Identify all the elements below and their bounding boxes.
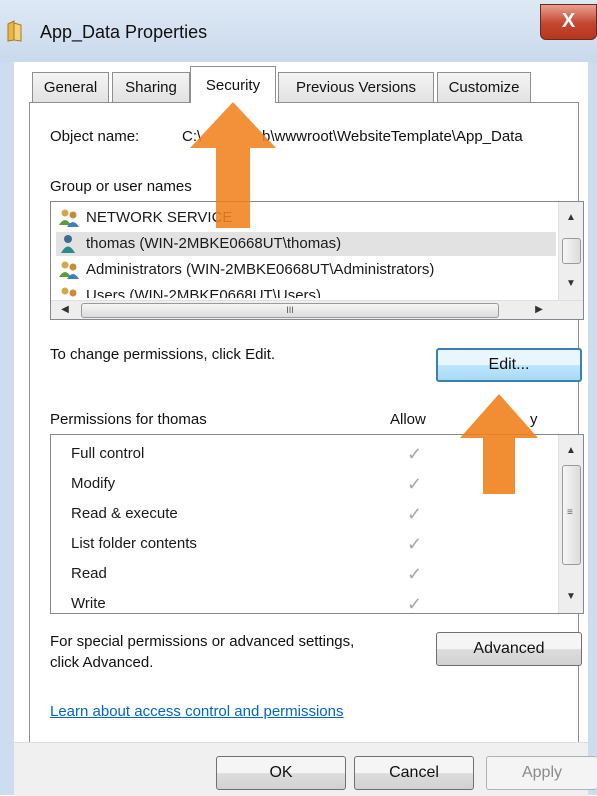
window-frame-right <box>588 62 597 795</box>
special-permissions-text-2: click Advanced. <box>50 654 154 671</box>
scroll-left-icon[interactable]: ◀ <box>57 304 73 315</box>
permission-row: Write ✓ <box>71 592 541 614</box>
tab-general[interactable]: General <box>32 72 109 102</box>
advanced-button[interactable]: Advanced <box>436 632 582 666</box>
user-list-horizontal-scrollbar[interactable]: ◀ III ▶ <box>51 300 583 319</box>
user-name: Administrators (WIN-2MBKE0668UT\Administ… <box>86 261 435 278</box>
window-frame-left <box>0 62 14 795</box>
highlight-arrow-up-icon <box>460 394 538 494</box>
permission-name: Read <box>71 565 107 582</box>
group-users-label: Group or user names <box>50 178 192 195</box>
list-item[interactable]: Users (WIN-2MBKE0668UT\Users) <box>56 284 556 298</box>
permission-name: Write <box>71 595 106 612</box>
permission-name: List folder contents <box>71 535 197 552</box>
permission-name: Full control <box>71 445 145 462</box>
user-name: Users (WIN-2MBKE0668UT\Users) <box>86 287 322 298</box>
scrollbar-thumb[interactable] <box>562 238 581 264</box>
scrollbar-thumb[interactable]: III <box>81 303 499 318</box>
permission-row: Read ✓ <box>71 562 541 586</box>
title-bar: App_Data Properties X <box>0 0 597 62</box>
object-name-value-tail: b\wwwroot\WebsiteTemplate\App_Data <box>262 128 523 145</box>
permission-row: List folder contents ✓ <box>71 532 541 556</box>
tab-sharing[interactable]: Sharing <box>112 72 190 102</box>
permissions-for-label: Permissions for thomas <box>50 411 207 428</box>
scroll-up-icon[interactable]: ▲ <box>563 445 579 456</box>
tab-previous-versions[interactable]: Previous Versions <box>278 72 434 102</box>
allow-check-icon: ✓ <box>407 564 423 584</box>
window-title: App_Data Properties <box>40 22 208 42</box>
group-users-icon <box>59 209 79 227</box>
list-item[interactable]: NETWORK SERVICE <box>56 206 561 230</box>
user-name: thomas (WIN-2MBKE0668UT\thomas) <box>86 235 342 252</box>
object-name-label: Object name: <box>50 128 140 145</box>
scroll-up-icon[interactable]: ▲ <box>563 212 579 223</box>
user-icon <box>61 235 75 253</box>
special-permissions-text-1: For special permissions or advanced sett… <box>50 633 355 650</box>
change-permissions-text: To change permissions, click Edit. <box>50 346 276 363</box>
permission-name: Read & execute <box>71 505 178 522</box>
permission-name: Modify <box>71 475 116 492</box>
edit-button[interactable]: Edit... <box>436 348 582 382</box>
learn-permissions-link[interactable]: Learn about access control and permissio… <box>50 703 344 720</box>
scroll-down-icon[interactable]: ▼ <box>563 278 579 289</box>
scroll-right-icon[interactable]: ▶ <box>531 304 547 315</box>
list-item[interactable]: Administrators (WIN-2MBKE0668UT\Administ… <box>56 258 556 282</box>
group-users-icon <box>61 287 77 297</box>
user-listbox[interactable]: NETWORK SERVICE thomas (WIN-2MBKE0668UT\… <box>50 201 584 320</box>
user-list-vertical-scrollbar[interactable]: ▲ ▼ <box>558 202 583 300</box>
allow-check-icon: ✓ <box>407 444 423 464</box>
close-button[interactable]: X <box>540 4 597 40</box>
tab-customize[interactable]: Customize <box>437 72 531 102</box>
allow-check-icon: ✓ <box>407 534 423 554</box>
apply-button[interactable]: Apply <box>486 756 597 790</box>
tab-security[interactable]: Security <box>190 66 276 103</box>
thumb-grip-icon: ≡ <box>567 507 573 518</box>
permission-row: Read & execute ✓ <box>71 502 541 526</box>
group-users-icon <box>59 261 79 279</box>
cancel-button[interactable]: Cancel <box>354 756 474 790</box>
ok-button[interactable]: OK <box>216 756 346 790</box>
permissions-vertical-scrollbar[interactable]: ▲ ≡ ▼ <box>558 435 583 613</box>
list-item[interactable]: thomas (WIN-2MBKE0668UT\thomas) <box>56 232 556 256</box>
highlight-arrow-up-icon <box>190 102 276 228</box>
folder-icon <box>7 20 22 42</box>
allow-check-icon: ✓ <box>407 474 423 494</box>
allow-header: Allow <box>390 411 426 428</box>
allow-check-icon: ✓ <box>407 504 423 524</box>
scroll-down-icon[interactable]: ▼ <box>563 591 579 602</box>
allow-check-icon: ✓ <box>407 594 423 614</box>
